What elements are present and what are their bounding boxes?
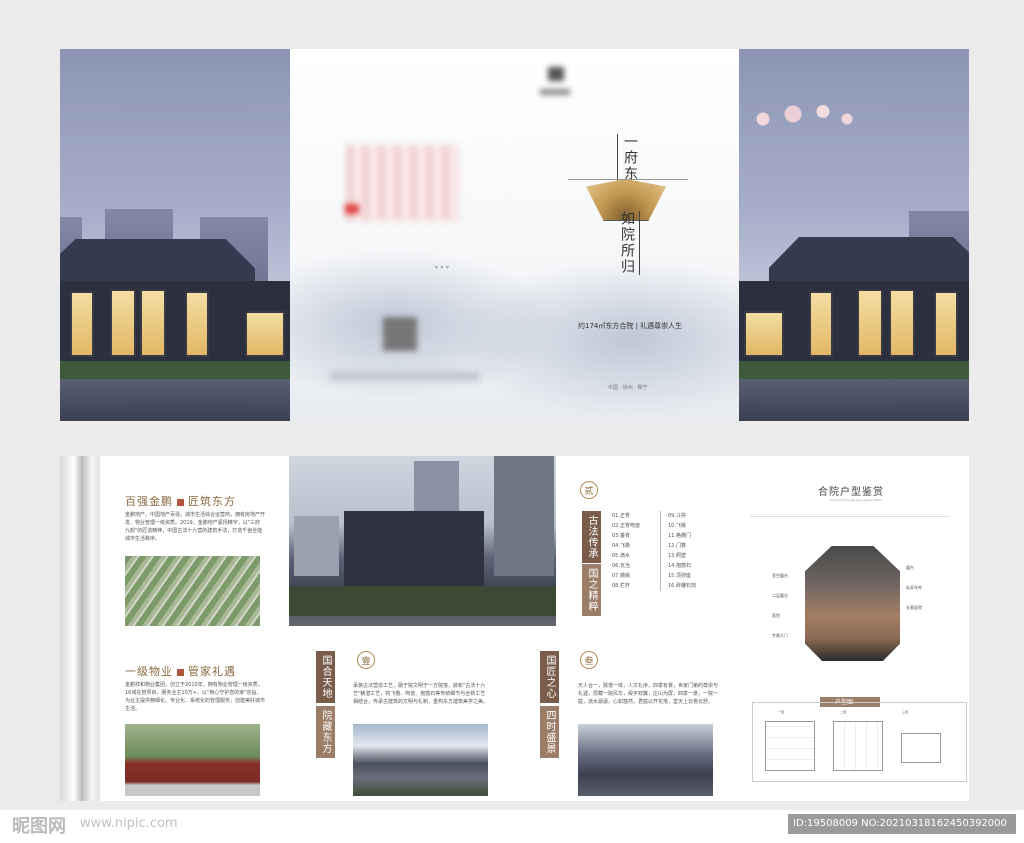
technique-item: 01.正脊 xyxy=(612,513,630,519)
floor-label: 三层 xyxy=(902,710,909,714)
lit-window xyxy=(744,311,784,357)
lit-window xyxy=(857,289,883,357)
technique-item: 09.斗拱 xyxy=(668,513,686,519)
technique-item: 02.正脊吻兽 xyxy=(612,523,640,529)
lawn xyxy=(60,361,290,379)
floorplan-label: 庭院 xyxy=(772,613,780,618)
techniques-list-left: 01.正脊 02.正脊吻兽 03.垂脊 04.飞檐 05.滴水 06.瓦当 07.檐椽 08.… xyxy=(612,511,662,591)
section-one-tag-a: 国合天地 xyxy=(316,651,335,703)
house-3d-model xyxy=(805,546,900,661)
techniques-tag-a: 古法传承 xyxy=(582,511,601,563)
silk-decoration xyxy=(60,456,100,801)
section-one-seal: 壹 xyxy=(357,651,375,669)
lawn xyxy=(739,361,969,379)
location-map-marker xyxy=(345,204,359,214)
section-three-tag-b: 四时盛景 xyxy=(540,706,559,758)
back-cover-panel xyxy=(60,49,290,421)
section-three-tag-a: 国匠之心 xyxy=(540,651,559,703)
technique-item: 12.门簪 xyxy=(668,543,686,549)
technique-item: 08.栏杆 xyxy=(612,583,630,589)
tagline-bottom: 如院所归 xyxy=(617,211,640,275)
floorplan-title: 合院户型鉴赏 xyxy=(818,487,884,498)
tower xyxy=(294,516,339,576)
building-roof xyxy=(769,237,969,281)
building-roof xyxy=(60,239,255,281)
cover-location: 中国 · 徐州 · 睢宁 xyxy=(608,385,648,391)
front-cover-panel: ᵛ ᵛ ᵛ 一府东方 如院所归 约174㎡东方合院 | 礼遇尊崇人生 中国 · … xyxy=(290,49,739,421)
flap-panel xyxy=(739,49,969,421)
plaza-ground xyxy=(739,379,969,421)
floorplan-label: 二层露台 xyxy=(772,593,788,598)
technique-item: 03.垂脊 xyxy=(612,533,630,539)
building-photo xyxy=(289,456,556,626)
technique-item: 05.滴水 xyxy=(612,553,630,559)
floorplan-drawing: 一层 二层 三层 xyxy=(752,702,967,782)
lit-window xyxy=(185,291,209,357)
site-logo: 昵图网 xyxy=(12,816,66,837)
technique-item: 10.飞椽 xyxy=(668,523,686,529)
technique-item: 06.瓦当 xyxy=(612,563,630,569)
floor-label: 一层 xyxy=(778,710,785,714)
lit-window xyxy=(140,289,166,357)
decor-line xyxy=(568,179,688,180)
intro-body: 金鹏地产，中国地产百强，城市生活综合运营商，拥有房地产开发、物业管理一级资质。2… xyxy=(125,512,266,542)
contact-info xyxy=(330,371,480,381)
floorplan-subtitle: Courtyard house type appreciation xyxy=(830,498,883,502)
site-url: www.nipic.com xyxy=(80,816,178,831)
technique-item: 14.抱鼓石 xyxy=(668,563,691,569)
technique-item: 16.砖雕石刻 xyxy=(668,583,696,589)
lit-window xyxy=(889,289,915,357)
blossom-branch xyxy=(739,99,859,149)
floorplan-label: 专属大门 xyxy=(772,633,788,638)
courtyard-photo xyxy=(578,724,713,796)
service-body: 金鹏祥和物业集团，创立于2010年，拥有物业管理一级资质，16城在管项目，服务业… xyxy=(125,682,266,712)
floorplan-labels-left: 室空露台二层露台庭院专属大门 xyxy=(772,566,812,646)
plaza-ground xyxy=(60,379,290,421)
image-id: ID:19508009 NO:20210318162450392000 xyxy=(788,814,1016,834)
service-title: 一级物业 管家礼遇 xyxy=(125,665,236,678)
lit-window xyxy=(245,311,285,357)
developer-logo xyxy=(548,67,564,81)
aerial-photo xyxy=(125,556,260,626)
floorplan-label: 室空露台 xyxy=(772,573,788,578)
techniques-tag-b: 国之精粹 xyxy=(582,564,601,616)
lit-window xyxy=(110,289,136,357)
tower xyxy=(494,456,554,576)
list-divider xyxy=(660,511,661,591)
inner-spread: 百强金鹏 匠筑东方 金鹏地产，中国地产百强，城市生活综合运营商，拥有房地产开发、物… xyxy=(60,456,969,801)
technique-item: 04.飞檐 xyxy=(612,543,630,549)
intro-title: 百强金鹏 匠筑东方 xyxy=(125,495,236,508)
floorplan-label: 私家车库 xyxy=(906,585,922,590)
technique-item: 15.须弥座 xyxy=(668,573,691,579)
floorplan-label: 露台 xyxy=(906,565,914,570)
section-three-body: 天人合一，院落一体，人文礼序，四季有景，世家门第的尊崇与礼遇，层藏一院风华，殿宇… xyxy=(578,683,719,705)
technique-item: 11.格栅门 xyxy=(668,533,691,539)
garden xyxy=(289,586,556,616)
floor-labels: 一层 二层 三层 xyxy=(778,709,958,715)
section-one-body: 承袭古法营造工艺，融于院文明于一方院落，掀新"古法十六艺"精湛工艺，将飞檐、吻兽… xyxy=(353,683,489,705)
developer-logo-text xyxy=(540,89,570,95)
floorplan-labels-right: 露台私家车库长廊庭院 xyxy=(906,558,946,618)
title-divider xyxy=(750,516,950,517)
bird-icon: ᵛ ᵛ ᵛ xyxy=(435,264,450,273)
qr-code xyxy=(383,317,417,351)
floorplan-label: 长廊庭院 xyxy=(906,605,922,610)
techniques-seal: 贰 xyxy=(580,481,598,499)
staff-photo xyxy=(125,724,260,796)
section-three-seal: 叁 xyxy=(580,651,598,669)
technique-item: 07.檐椽 xyxy=(612,573,630,579)
section-one-tag-b: 院藏东方 xyxy=(316,706,335,758)
location-map xyxy=(345,144,460,222)
technique-item: 13.照壁 xyxy=(668,553,686,559)
floor-plan-3 xyxy=(901,733,941,763)
floor-plan-1 xyxy=(765,721,815,771)
villa-photo xyxy=(353,724,488,796)
lit-window xyxy=(70,291,94,357)
techniques-list-right: 09.斗拱 10.飞椽 11.格栅门 12.门簪 13.照壁 14.抱鼓石 15.须弥座 16… xyxy=(668,511,718,591)
floor-plan-2 xyxy=(833,721,883,771)
lit-window xyxy=(809,291,833,357)
floor-label: 二层 xyxy=(840,710,847,714)
lit-window xyxy=(934,291,958,357)
cover-slogan: 约174㎡东方合院 | 礼遇尊崇人生 xyxy=(578,322,683,330)
